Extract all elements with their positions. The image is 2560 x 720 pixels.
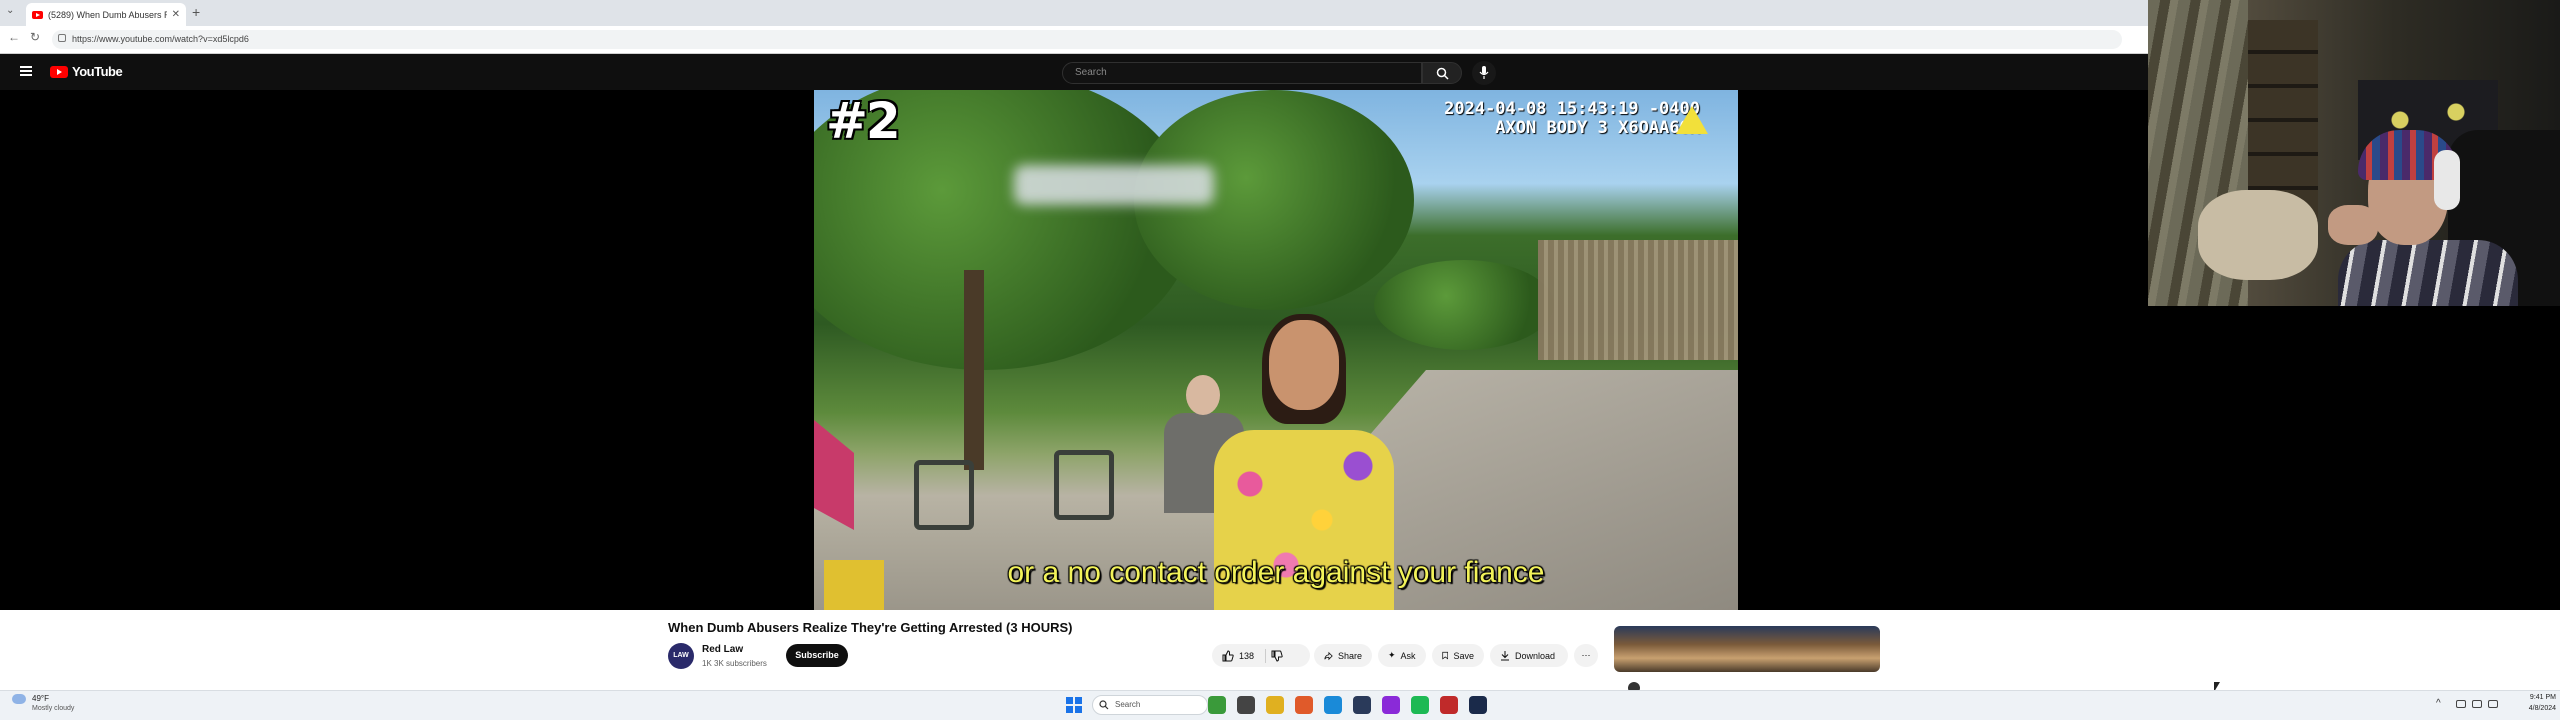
- browser-tab[interactable]: (5289) When Dumb Abusers R ✕: [26, 3, 186, 26]
- webcam-overlay: [2148, 0, 2560, 306]
- subscriber-count: 1K 3K subscribers: [702, 659, 767, 668]
- taskbar-app-10-icon[interactable]: [1469, 696, 1487, 714]
- pink-umbrella: [814, 420, 854, 530]
- tree-canopy: [1374, 260, 1554, 350]
- bodycam-timestamp: 2024-04-08 15:43:19 -0400 AXON BODY 3 X6…: [1370, 100, 1700, 138]
- streamer-hand: [2328, 205, 2378, 245]
- search-button[interactable]: [1422, 62, 1462, 84]
- webcam-pillow: [2198, 190, 2318, 280]
- tab-title: (5289) When Dumb Abusers R: [48, 9, 167, 20]
- close-tab-icon[interactable]: ✕: [172, 9, 180, 20]
- sparkle-icon: ✦: [1388, 650, 1396, 660]
- tray-chevron-icon[interactable]: ^: [2436, 698, 2441, 709]
- share-label: Share: [1337, 650, 1362, 661]
- bookmark-icon: [1442, 651, 1449, 660]
- tab-search-icon[interactable]: ⌄: [6, 5, 14, 16]
- taskbar-search-icon: [1099, 700, 1109, 710]
- video-caption: or a no contact order against your fianc…: [1007, 556, 1545, 589]
- taskbar-app-4-icon[interactable]: [1295, 696, 1313, 714]
- lawn-chair: [1054, 450, 1114, 520]
- like-separator: [1265, 648, 1267, 663]
- download-label: Download: [1515, 650, 1556, 661]
- taskbar-app-2-icon[interactable]: [1237, 696, 1255, 714]
- axon-logo-icon: [1676, 106, 1708, 134]
- new-tab-button[interactable]: +: [192, 4, 200, 20]
- share-icon: [1324, 651, 1333, 660]
- search-icon: [1436, 67, 1449, 80]
- network-icon[interactable]: [2456, 700, 2466, 708]
- windows-start-icon[interactable]: [1066, 697, 1082, 713]
- taskbar-app-9-icon[interactable]: [1440, 696, 1458, 714]
- lock-icon[interactable]: [58, 34, 66, 42]
- download-button[interactable]: Download: [1490, 644, 1568, 667]
- save-label: Save: [1453, 650, 1474, 661]
- weather-description[interactable]: Mostly cloudy: [32, 705, 74, 712]
- thumbs-down-icon[interactable]: [1271, 650, 1283, 662]
- like-dislike-group[interactable]: 138: [1212, 644, 1310, 667]
- download-icon: [1501, 651, 1509, 661]
- clock-date[interactable]: 4/8/2024: [2506, 705, 2556, 712]
- video-frame[interactable]: [814, 90, 1738, 610]
- weather-temperature[interactable]: 49°F: [32, 694, 49, 703]
- youtube-logo[interactable]: YouTube: [50, 64, 123, 79]
- browser-tab-bar: [0, 0, 2148, 26]
- menu-icon[interactable]: [20, 66, 32, 76]
- taskbar-app-5-icon[interactable]: [1324, 696, 1342, 714]
- headphones-icon: [2434, 150, 2460, 210]
- back-button[interactable]: ←: [8, 30, 20, 44]
- battery-icon[interactable]: [2488, 700, 2498, 708]
- subscribe-button[interactable]: Subscribe: [786, 644, 848, 667]
- share-button[interactable]: Share: [1314, 644, 1372, 667]
- taskbar-app-1-icon[interactable]: [1208, 696, 1226, 714]
- wooden-fence: [1538, 240, 1738, 360]
- volume-icon[interactable]: [2472, 700, 2482, 708]
- taskbar-app-8-icon[interactable]: [1411, 696, 1429, 714]
- taskbar-search-input[interactable]: Search: [1092, 695, 1208, 715]
- ask-button[interactable]: ✦ Ask: [1378, 644, 1426, 667]
- tree-trunk: [964, 270, 984, 470]
- search-input[interactable]: Search: [1062, 62, 1422, 84]
- cloud-icon[interactable]: [12, 694, 26, 704]
- more-actions-button[interactable]: ⋯: [1574, 644, 1598, 667]
- blurred-region: [1014, 165, 1214, 205]
- recommended-video-thumbnail[interactable]: [1614, 626, 1880, 672]
- streamer-hoodie: [2338, 240, 2518, 306]
- reload-button[interactable]: ↻: [30, 30, 40, 44]
- youtube-logo-text: YouTube: [72, 64, 123, 79]
- bodycam-datetime: 2024-04-08 15:43:19 -0400: [1444, 99, 1700, 119]
- clock-time[interactable]: 9:41 PM: [2506, 694, 2556, 701]
- lawn-chair: [914, 460, 974, 530]
- like-count: 138: [1239, 650, 1255, 661]
- thumbs-up-icon[interactable]: [1222, 649, 1234, 662]
- channel-name[interactable]: Red Law: [702, 644, 743, 655]
- youtube-favicon-icon: [32, 10, 43, 19]
- episode-number-badge: #2: [826, 92, 901, 150]
- bodycam-device: AXON BODY 3 X6OAA6OA: [1495, 118, 1700, 138]
- taskbar-app-7-icon[interactable]: [1382, 696, 1400, 714]
- taskbar-app-6-icon[interactable]: [1353, 696, 1371, 714]
- ask-label: Ask: [1400, 650, 1416, 661]
- microphone-icon: [1479, 66, 1489, 79]
- video-title: When Dumb Abusers Realize They're Gettin…: [668, 620, 1073, 635]
- youtube-play-icon: [50, 65, 68, 78]
- taskbar-app-3-icon[interactable]: [1266, 696, 1284, 714]
- voice-search-button[interactable]: [1472, 61, 1496, 85]
- save-button[interactable]: Save: [1432, 644, 1484, 667]
- url-field[interactable]: https://www.youtube.com/watch?v=xd5lcpd6: [52, 30, 2122, 49]
- channel-avatar[interactable]: LAW: [668, 643, 694, 669]
